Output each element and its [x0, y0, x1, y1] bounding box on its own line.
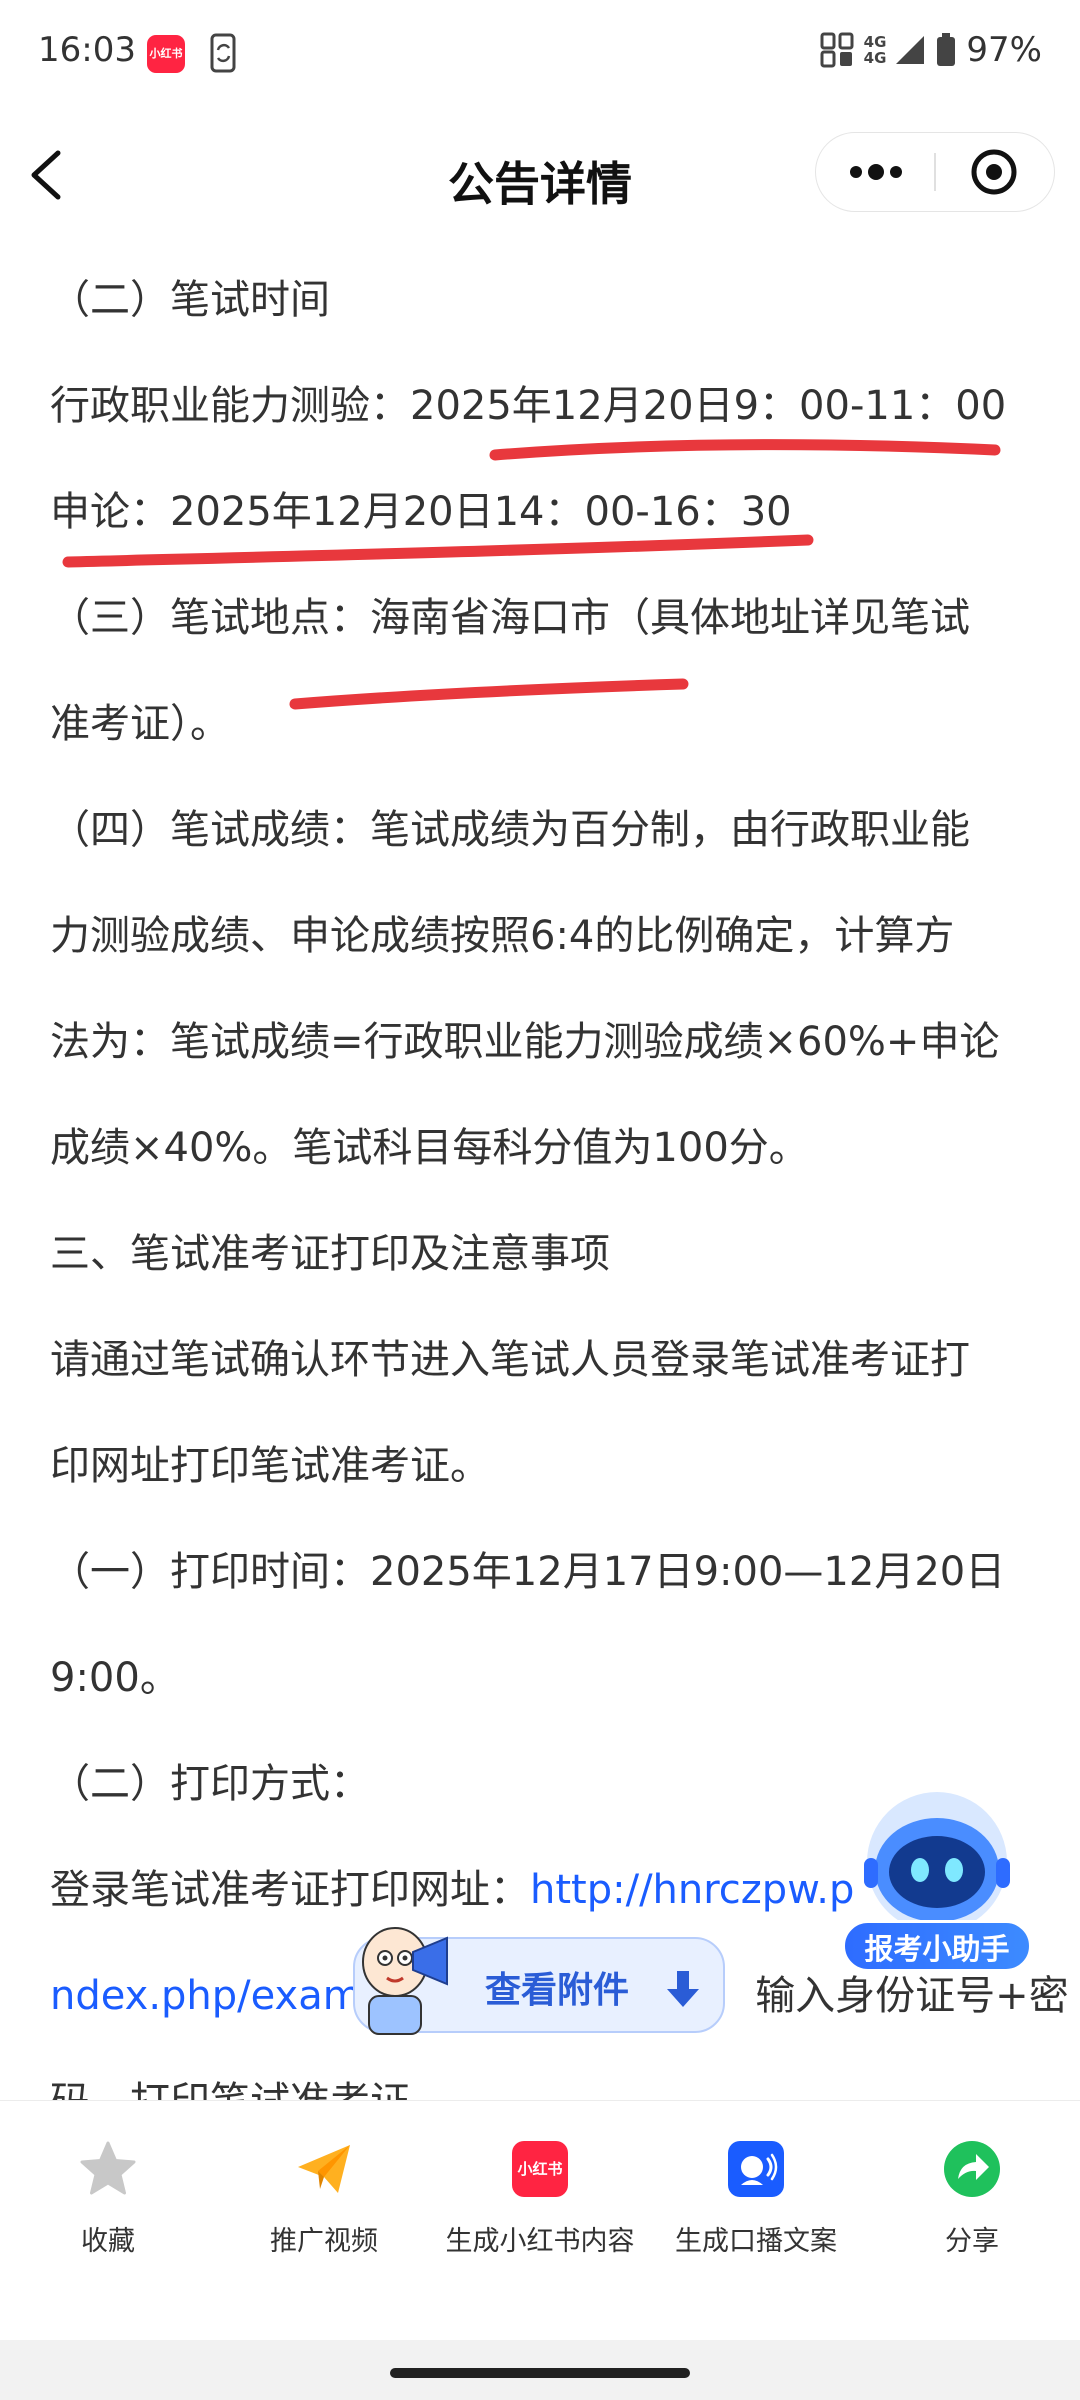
- xiaohongshu-notification-icon: 小红书: [147, 35, 185, 73]
- share-icon: [944, 2141, 1000, 2197]
- share-button[interactable]: 分享: [864, 2139, 1080, 2269]
- robot-icon: [864, 1792, 1010, 1932]
- home-indicator[interactable]: [390, 2368, 690, 2378]
- sync-icon: [210, 33, 236, 73]
- paragraph-line: 印网址打印笔试准考证。: [50, 1443, 490, 1489]
- paragraph-line: 法为：笔试成绩=行政职业能力测验成绩×60%+申论: [50, 1019, 1000, 1065]
- status-time: 16:03: [38, 30, 136, 70]
- underline-location: [289, 678, 689, 710]
- underline-xingce-time: [489, 439, 1001, 461]
- bottom-toolbar: 收藏 推广视频 小红书 生成小红书内容 生成口播文案 分享: [0, 2100, 1080, 2341]
- mini-program-capsule: [815, 132, 1055, 212]
- section-heading-exam-score: （四）笔试成绩：笔试成绩为百分制，由行政职业能: [50, 807, 970, 853]
- generate-xiaohongshu-label: 生成小红书内容: [445, 2226, 635, 2257]
- assistant-label: 报考小助手: [842, 1920, 1032, 1972]
- generate-xiaohongshu-button[interactable]: 小红书 生成小红书内容: [432, 2139, 648, 2269]
- generate-voiceover-label: 生成口播文案: [675, 2226, 837, 2257]
- print-url-link-continued[interactable]: ndex.php/exam/: [50, 1973, 375, 2019]
- exam-assistant-button[interactable]: 报考小助手: [842, 1792, 1038, 1982]
- star-icon: [80, 2141, 136, 2195]
- paragraph-line-cut: 码，打印笔试准考证: [50, 2074, 410, 2100]
- nav-bar: 公告详情: [0, 110, 1080, 240]
- paragraph-line-login: 登录笔试准考证打印网址：http://hnrczpw.pi: [50, 1862, 927, 1918]
- favorite-button[interactable]: 收藏: [0, 2139, 216, 2269]
- voice-icon: [728, 2141, 784, 2197]
- signal-indicator: 4G 4G: [864, 34, 927, 66]
- print-url-link[interactable]: http://hnrczpw.p: [530, 1867, 854, 1913]
- paragraph-line: 申论：2025年12月20日14：00-16：30: [50, 489, 792, 535]
- underline-shenlun-time: [62, 534, 814, 568]
- favorite-label: 收藏: [81, 2226, 135, 2257]
- signal-icon: [896, 36, 925, 64]
- login-prefix-text: 登录笔试准考证打印网址：: [50, 1867, 530, 1913]
- section-heading-print-time: （一）打印时间：2025年12月17日9:00—12月20日: [50, 1549, 1006, 1595]
- paragraph-line: 9:00。: [50, 1655, 180, 1701]
- section-heading-exam-location: （三）笔试地点：海南省海口市（具体地址详见笔试: [50, 595, 970, 641]
- section-heading-print-method: （二）打印方式：: [50, 1761, 370, 1807]
- paragraph-line: 行政职业能力测验：2025年12月20日9：00-11：00: [50, 383, 1007, 429]
- paragraph-line: 请通过笔试确认环节进入笔试人员登录笔试准考证打: [50, 1337, 970, 1383]
- xiaohongshu-icon: 小红书: [512, 2141, 568, 2197]
- share-label: 分享: [945, 2226, 999, 2257]
- promo-video-button[interactable]: 推广视频: [216, 2139, 432, 2269]
- network-type-2: 4G: [863, 49, 887, 67]
- status-bar: 16:03 小红书 4G 4G 97%: [0, 0, 1080, 110]
- network-type-1: 4G: [863, 33, 887, 51]
- promo-video-label: 推广视频: [270, 2226, 378, 2257]
- section-heading-exam-time: （二）笔试时间: [50, 277, 330, 323]
- gesture-area: [0, 2340, 1080, 2400]
- paper-plane-icon: [298, 2145, 350, 2193]
- paragraph-line: 成绩×40%。笔试科目每科分值为100分。: [50, 1125, 809, 1171]
- more-button[interactable]: [816, 133, 934, 211]
- generate-voiceover-button[interactable]: 生成口播文案: [648, 2139, 864, 2269]
- battery-icon: [937, 33, 956, 66]
- status-indicators: 4G 4G 97%: [820, 30, 1042, 70]
- close-mini-program-button[interactable]: [936, 133, 1054, 211]
- view-attachment-label: 查看附件: [485, 1970, 630, 2011]
- section-heading-admission-ticket: 三、笔试准考证打印及注意事项: [50, 1231, 610, 1277]
- arrow-down-icon: [667, 1971, 699, 2007]
- megaphone-mascot-icon: [362, 1927, 448, 2035]
- paragraph-line: 力测验成绩、申论成绩按照6:4的比例确定，计算方: [50, 913, 955, 959]
- paragraph-line: 准考证）。: [50, 701, 230, 747]
- battery-percent: 97%: [966, 30, 1042, 70]
- nfc-icon: [820, 32, 854, 68]
